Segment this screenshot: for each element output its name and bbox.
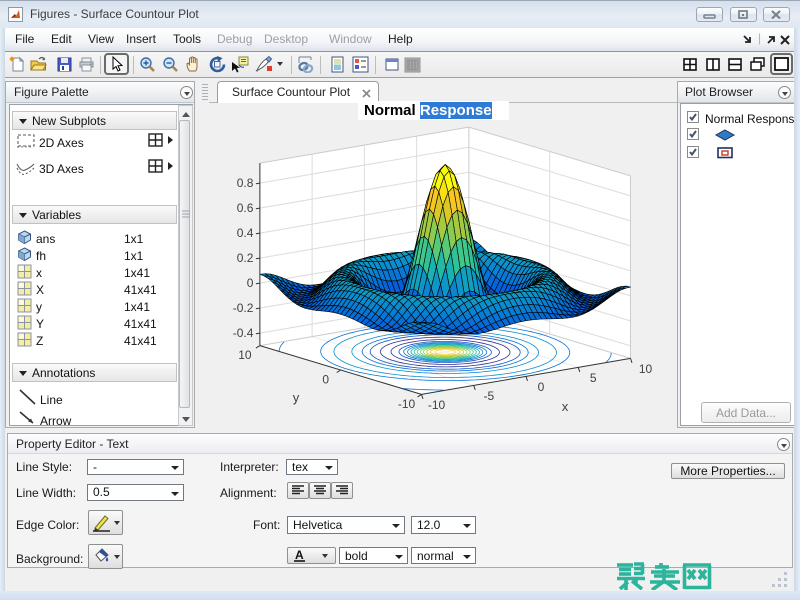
svg-text:0.2: 0.2 bbox=[237, 251, 254, 265]
svg-text:-5: -5 bbox=[483, 389, 494, 403]
svg-text:0.8: 0.8 bbox=[237, 176, 254, 190]
svg-text:0: 0 bbox=[247, 276, 254, 290]
svg-text:0.6: 0.6 bbox=[237, 201, 254, 215]
svg-text:0.4: 0.4 bbox=[237, 226, 254, 240]
svg-text:-0.4: -0.4 bbox=[233, 326, 254, 340]
svg-text:0: 0 bbox=[322, 373, 329, 387]
svg-text:5: 5 bbox=[590, 371, 597, 385]
svg-text:x: x bbox=[562, 399, 569, 414]
svg-text:-0.2: -0.2 bbox=[233, 301, 254, 315]
svg-text:-10: -10 bbox=[428, 398, 446, 412]
svg-text:y: y bbox=[293, 390, 300, 405]
svg-text:10: 10 bbox=[639, 362, 653, 376]
svg-text:A: A bbox=[295, 548, 304, 562]
svg-text:0: 0 bbox=[538, 380, 545, 394]
svg-text:z: z bbox=[209, 241, 210, 248]
svg-text:10: 10 bbox=[238, 348, 252, 362]
svg-text:-10: -10 bbox=[398, 397, 416, 411]
